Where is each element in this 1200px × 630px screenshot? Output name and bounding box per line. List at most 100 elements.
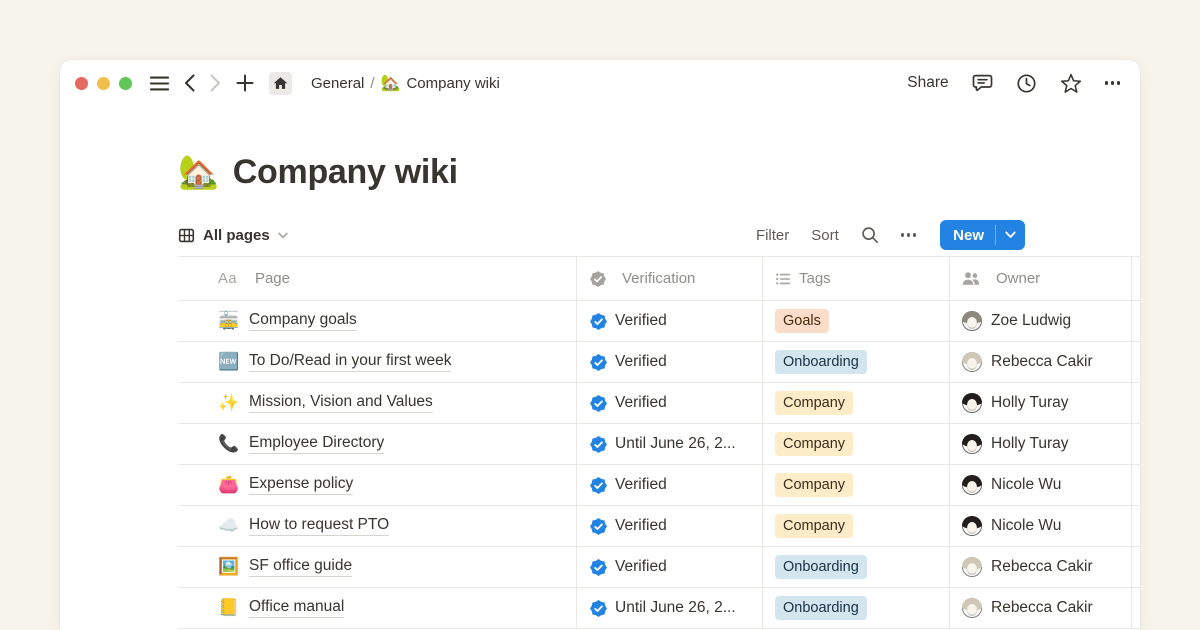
page-emoji-icon[interactable]: 🏡 (178, 153, 219, 192)
table-view-icon (178, 227, 195, 244)
history-clock-icon[interactable] (1016, 73, 1037, 94)
traffic-lights (75, 77, 132, 90)
filter-button[interactable]: Filter (756, 227, 789, 244)
page-emoji-icon: 🆕 (218, 352, 239, 372)
page-link[interactable]: Expense policy (249, 475, 353, 495)
favorite-star-icon[interactable] (1060, 73, 1082, 94)
tag-chip[interactable]: Onboarding (775, 350, 867, 373)
breadcrumb-page[interactable]: Company wiki (406, 75, 499, 92)
owner-name: Holly Turay (991, 394, 1069, 412)
row-filler (1132, 547, 1140, 587)
column-header-owner[interactable]: Owner (950, 257, 1132, 300)
database-toolbar: All pages Filter Sort New (178, 214, 1025, 256)
column-header-tags[interactable]: Tags (763, 257, 950, 300)
more-options-icon[interactable] (1105, 81, 1120, 84)
tag-chip[interactable]: Onboarding (775, 596, 867, 619)
sort-button[interactable]: Sort (811, 227, 839, 244)
verified-badge-icon (590, 559, 607, 576)
table-row[interactable]: 🚋 Company goals Verified Goals Zoe Ludwi… (178, 301, 1140, 342)
owner-name: Nicole Wu (991, 476, 1061, 494)
owner-avatar (962, 434, 982, 454)
row-filler (1132, 342, 1140, 382)
chevron-down-icon (278, 232, 288, 239)
verification-label: Verified (615, 353, 667, 371)
tag-chip[interactable]: Company (775, 473, 853, 496)
tag-chip[interactable]: Company (775, 432, 853, 455)
table-row[interactable]: ✨ Mission, Vision and Values Verified Co… (178, 383, 1140, 424)
view-switcher[interactable]: All pages (178, 227, 288, 244)
row-filler (1132, 465, 1140, 505)
owner-avatar (962, 557, 982, 577)
owner-name: Nicole Wu (991, 517, 1061, 535)
sidebar-menu-icon[interactable] (150, 76, 169, 91)
new-button-chevron-icon[interactable] (996, 220, 1025, 250)
breadcrumb-workspace[interactable]: General (311, 75, 364, 92)
owner-name: Rebecca Cakir (991, 558, 1093, 576)
verification-label: Verified (615, 517, 667, 535)
table-row[interactable]: ☁️ How to request PTO Verified Company N… (178, 506, 1140, 547)
owner-name: Rebecca Cakir (991, 353, 1093, 371)
verified-badge-icon (590, 313, 607, 330)
verification-label: Verified (615, 394, 667, 412)
column-header-page[interactable]: Aa Page (178, 257, 577, 300)
page-link[interactable]: How to request PTO (249, 516, 389, 536)
search-icon[interactable] (861, 226, 879, 244)
forward-icon[interactable] (210, 74, 221, 92)
column-header-verification[interactable]: Verification (577, 257, 763, 300)
tag-chip[interactable]: Company (775, 391, 853, 414)
row-filler (1132, 301, 1140, 341)
table-row[interactable]: 👛 Expense policy Verified Company Nicole… (178, 465, 1140, 506)
breadcrumb-separator: / (370, 75, 374, 92)
home-icon[interactable] (269, 72, 292, 95)
verification-label: Until June 26, 2... (615, 435, 736, 453)
page-emoji-icon: 🖼️ (218, 557, 239, 577)
owner-avatar (962, 516, 982, 536)
table-row[interactable]: 🆕 To Do/Read in your first week Verified… (178, 342, 1140, 383)
tag-chip[interactable]: Company (775, 514, 853, 537)
page-emoji-icon: 👛 (218, 475, 239, 495)
page-link[interactable]: To Do/Read in your first week (249, 352, 451, 372)
verified-badge-icon (590, 600, 607, 617)
owner-name: Zoe Ludwig (991, 312, 1071, 330)
row-filler (1132, 383, 1140, 423)
tag-chip[interactable]: Goals (775, 309, 829, 332)
close-window-button[interactable] (75, 77, 88, 90)
verification-label: Verified (615, 312, 667, 330)
table-body: 🚋 Company goals Verified Goals Zoe Ludwi… (178, 301, 1140, 629)
table-row[interactable]: 📒 Office manual Until June 26, 2... Onbo… (178, 588, 1140, 629)
back-icon[interactable] (184, 74, 195, 92)
view-options-icon[interactable] (901, 233, 916, 236)
row-filler (1132, 588, 1140, 628)
new-button-label: New (940, 220, 995, 250)
new-button[interactable]: New (940, 220, 1025, 250)
page-link[interactable]: Office manual (249, 598, 344, 618)
minimize-window-button[interactable] (97, 77, 110, 90)
row-filler (1132, 506, 1140, 546)
page-link[interactable]: Employee Directory (249, 434, 384, 454)
tag-chip[interactable]: Onboarding (775, 555, 867, 578)
zoom-window-button[interactable] (119, 77, 132, 90)
verified-badge-icon (590, 436, 607, 453)
comments-icon[interactable] (972, 73, 993, 93)
breadcrumb: General / 🏡 Company wiki (311, 73, 500, 93)
page-link[interactable]: Mission, Vision and Values (249, 393, 433, 413)
owner-avatar (962, 311, 982, 331)
verified-badge-icon (590, 518, 607, 535)
app-window: General / 🏡 Company wiki Share 🏡 Company… (60, 60, 1140, 630)
row-filler (1132, 424, 1140, 464)
verified-badge-icon (590, 354, 607, 371)
table-row[interactable]: 🖼️ SF office guide Verified Onboarding R… (178, 547, 1140, 588)
page-link[interactable]: SF office guide (249, 557, 352, 577)
wiki-table: Aa Page Verification Tags (178, 257, 1140, 630)
page-emoji-icon: ✨ (218, 393, 239, 413)
list-icon (775, 271, 791, 287)
share-button[interactable]: Share (907, 74, 948, 92)
verification-badge-icon (590, 271, 606, 287)
verification-label: Until June 26, 2... (615, 599, 736, 617)
page-link[interactable]: Company goals (249, 311, 357, 331)
table-row[interactable]: 📞 Employee Directory Until June 26, 2...… (178, 424, 1140, 465)
page-emoji-icon: 📞 (218, 434, 239, 454)
owner-avatar (962, 598, 982, 618)
new-page-plus-icon[interactable] (236, 74, 254, 92)
breadcrumb-page-emoji-icon: 🏡 (381, 73, 401, 93)
